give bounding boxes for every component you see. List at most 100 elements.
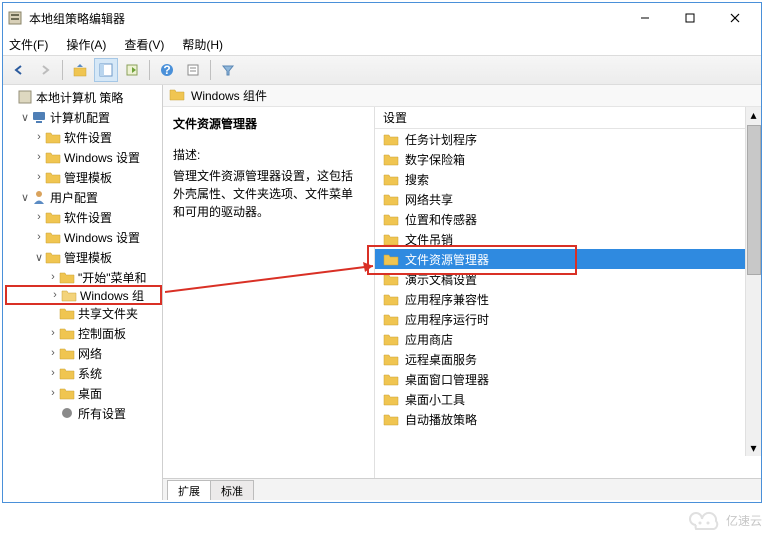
- folder-open-icon: [61, 287, 77, 303]
- scroll-up-icon[interactable]: ▴: [746, 107, 761, 123]
- forward-button[interactable]: [33, 58, 57, 82]
- list-item[interactable]: 桌面窗口管理器: [375, 369, 761, 389]
- detail-desc: 管理文件资源管理器设置，这包括外壳属性、文件夹选项、文件菜单和可用的驱动器。: [173, 167, 364, 221]
- expand-icon[interactable]: ›: [33, 131, 45, 143]
- maximize-button[interactable]: [667, 4, 712, 32]
- help-button[interactable]: ?: [155, 58, 179, 82]
- folder-icon: [383, 251, 399, 267]
- menu-action[interactable]: 操作(A): [64, 36, 108, 53]
- collapse-icon[interactable]: ∨: [33, 251, 45, 264]
- scroll-down-icon[interactable]: ▾: [746, 440, 761, 456]
- menubar: 文件(F) 操作(A) 查看(V) 帮助(H): [3, 33, 761, 55]
- tree-uc-software[interactable]: ›软件设置: [5, 207, 162, 227]
- expand-icon[interactable]: ›: [47, 387, 59, 399]
- tree-uc-windows-components[interactable]: ›Windows 组: [5, 285, 162, 305]
- tree-computer-config[interactable]: ∨ 计算机配置: [5, 107, 162, 127]
- expand-icon[interactable]: ›: [47, 327, 59, 339]
- tree-uc-control[interactable]: ›控制面板: [5, 323, 162, 343]
- menu-file[interactable]: 文件(F): [7, 36, 50, 53]
- folder-icon: [383, 411, 399, 427]
- tree-uc-admin[interactable]: ∨ 管理模板: [5, 247, 162, 267]
- right-panel: Windows 组件 文件资源管理器 描述: 管理文件资源管理器设置，这包括外壳…: [163, 85, 761, 500]
- folder-icon: [59, 269, 75, 285]
- minimize-button[interactable]: [622, 4, 667, 32]
- toolbar-separator: [149, 60, 150, 80]
- expand-icon[interactable]: ›: [47, 367, 59, 379]
- list-item[interactable]: 应用商店: [375, 329, 761, 349]
- list-item[interactable]: 文件吊销: [375, 229, 761, 249]
- filter-button[interactable]: [216, 58, 240, 82]
- detail-desc-label: 描述:: [173, 146, 364, 163]
- up-button[interactable]: [68, 58, 92, 82]
- folder-icon: [383, 131, 399, 147]
- export-button[interactable]: [120, 58, 144, 82]
- app-window: 本地组策略编辑器 文件(F) 操作(A) 查看(V) 帮助(H) ?: [2, 2, 762, 503]
- list-item[interactable]: 搜索: [375, 169, 761, 189]
- list-item[interactable]: 远程桌面服务: [375, 349, 761, 369]
- tree-uc-windows[interactable]: ›Windows 设置: [5, 227, 162, 247]
- list-item-label: 自动播放策略: [405, 411, 477, 428]
- list-item-label: 网络共享: [405, 191, 453, 208]
- collapse-icon[interactable]: ∨: [19, 191, 31, 204]
- toolbar-separator: [210, 60, 211, 80]
- tree-uc-system[interactable]: ›系统: [5, 363, 162, 383]
- tree-label: "开始"菜单和: [78, 269, 147, 286]
- tree-cc-software[interactable]: ›软件设置: [5, 127, 162, 147]
- scroll-thumb[interactable]: [747, 125, 761, 275]
- show-tree-button[interactable]: [94, 58, 118, 82]
- tree-uc-all-settings[interactable]: 所有设置: [5, 403, 162, 423]
- tree-cc-admin[interactable]: ›管理模板: [5, 167, 162, 187]
- vertical-scrollbar[interactable]: ▴ ▾: [745, 107, 761, 456]
- list-item[interactable]: 演示文稿设置: [375, 269, 761, 289]
- tree-cc-windows[interactable]: ›Windows 设置: [5, 147, 162, 167]
- tree-uc-start[interactable]: › "开始"菜单和: [5, 267, 162, 287]
- list-item[interactable]: 应用程序兼容性: [375, 289, 761, 309]
- expand-icon[interactable]: ›: [47, 347, 59, 359]
- tree-label: 管理模板: [64, 249, 112, 266]
- expand-icon[interactable]: ›: [47, 271, 59, 283]
- menu-view[interactable]: 查看(V): [122, 36, 166, 53]
- tab-extended[interactable]: 扩展: [167, 480, 211, 500]
- collapse-icon[interactable]: ∨: [19, 111, 31, 124]
- expand-icon[interactable]: ›: [33, 211, 45, 223]
- list-item[interactable]: 网络共享: [375, 189, 761, 209]
- list-item[interactable]: 桌面小工具: [375, 389, 761, 409]
- expand-icon[interactable]: ›: [33, 171, 45, 183]
- folder-icon: [59, 365, 75, 381]
- menu-help[interactable]: 帮助(H): [180, 36, 225, 53]
- back-button[interactable]: [7, 58, 31, 82]
- list-item[interactable]: 数字保险箱: [375, 149, 761, 169]
- tree-label: 本地计算机 策略: [36, 89, 123, 106]
- list-item[interactable]: 任务计划程序: [375, 129, 761, 149]
- tree-root[interactable]: 本地计算机 策略: [5, 87, 162, 107]
- settings-icon: [59, 405, 75, 421]
- list-item-label: 文件资源管理器: [405, 251, 489, 268]
- tab-standard[interactable]: 标准: [210, 480, 254, 500]
- policy-icon: [17, 89, 33, 105]
- list-item[interactable]: 位置和传感器: [375, 209, 761, 229]
- list-item-label: 文件吊销: [405, 231, 453, 248]
- list-item-label: 远程桌面服务: [405, 351, 477, 368]
- tree-uc-desktop[interactable]: › 桌面: [5, 383, 162, 403]
- tree-user-config[interactable]: ∨ 用户配置: [5, 187, 162, 207]
- list-item[interactable]: 文件资源管理器: [375, 249, 761, 269]
- tree-uc-shared[interactable]: 共享文件夹: [5, 303, 162, 323]
- detail-title: 文件资源管理器: [173, 115, 364, 132]
- right-header: Windows 组件: [163, 85, 761, 107]
- expand-icon[interactable]: ›: [49, 289, 61, 301]
- tree-label: 桌面: [78, 385, 102, 402]
- properties-button[interactable]: [181, 58, 205, 82]
- tree-panel: 本地计算机 策略 ∨ 计算机配置 ›软件设置 ›Windows 设置 ›管理模板…: [3, 85, 163, 500]
- expand-icon[interactable]: ›: [33, 231, 45, 243]
- list-item-label: 应用程序兼容性: [405, 291, 489, 308]
- list-item-label: 数字保险箱: [405, 151, 465, 168]
- tree-uc-network[interactable]: ›网络: [5, 343, 162, 363]
- content-area: 本地计算机 策略 ∨ 计算机配置 ›软件设置 ›Windows 设置 ›管理模板…: [3, 85, 761, 500]
- column-setting[interactable]: 设置: [383, 109, 407, 126]
- close-button[interactable]: [712, 4, 757, 32]
- list-item-label: 应用商店: [405, 331, 453, 348]
- expand-icon[interactable]: ›: [33, 151, 45, 163]
- list-item[interactable]: 应用程序运行时: [375, 309, 761, 329]
- list-item[interactable]: 自动播放策略: [375, 409, 761, 429]
- folder-icon: [383, 351, 399, 367]
